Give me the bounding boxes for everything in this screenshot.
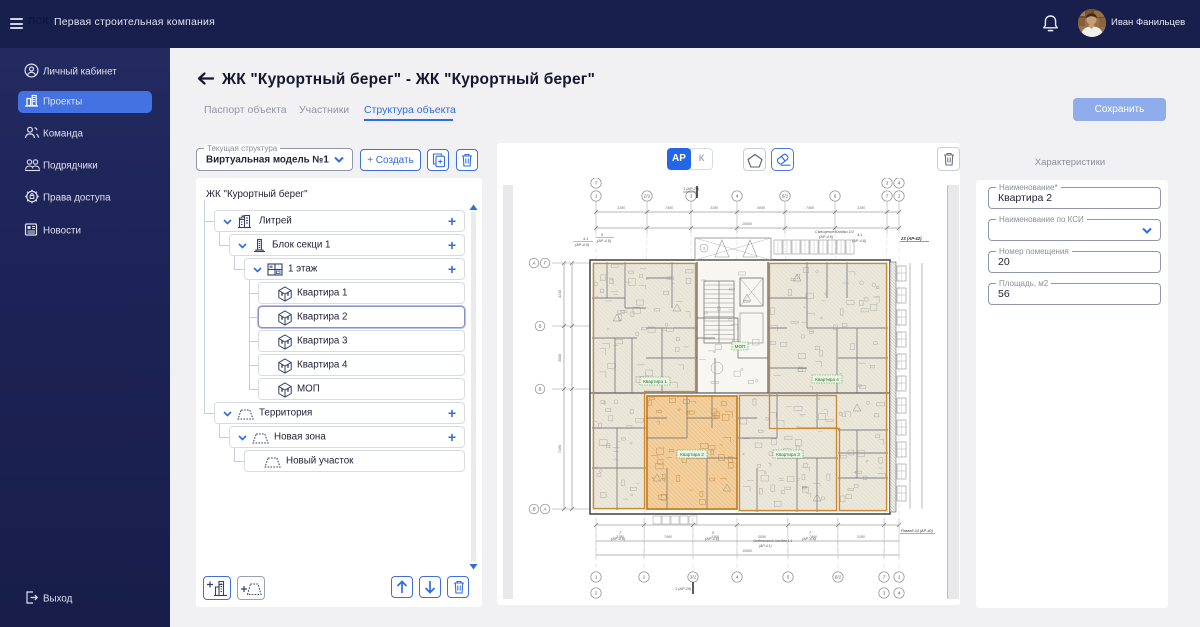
svg-text:(АР-4.6): (АР-4.6) bbox=[705, 537, 720, 541]
svg-text:7460: 7460 bbox=[664, 535, 672, 539]
svg-text:В: В bbox=[532, 507, 535, 512]
svg-text:Б: Б bbox=[539, 387, 542, 392]
svg-text:4140: 4140 bbox=[558, 290, 562, 298]
svg-text:4: 4 bbox=[736, 194, 739, 199]
svg-text:3180: 3180 bbox=[710, 206, 718, 210]
svg-text:Квартира 2: Квартира 2 bbox=[680, 452, 704, 457]
svg-text:15560: 15560 bbox=[742, 222, 752, 226]
svg-text:3/1: 3/1 bbox=[690, 575, 697, 580]
svg-text:3180: 3180 bbox=[617, 206, 625, 210]
svg-text:4,1: 4,1 bbox=[857, 233, 862, 237]
svg-text:7180: 7180 bbox=[558, 445, 562, 453]
svg-text:(АР-4.6): (АР-4.6) bbox=[802, 537, 817, 541]
svg-text:4: 4 bbox=[898, 591, 901, 596]
svg-text:4,1: 4,1 bbox=[583, 237, 588, 241]
svg-text:Б: Б bbox=[539, 324, 542, 329]
svg-text:3180: 3180 bbox=[857, 535, 865, 539]
svg-text:2: 2 bbox=[642, 575, 646, 580]
svg-text:3: 3 bbox=[703, 247, 705, 251]
svg-text:3: 3 bbox=[690, 194, 693, 199]
svg-text:1: 1 bbox=[595, 575, 598, 580]
svg-text:Развод 24 (АР-40): Развод 24 (АР-40) bbox=[901, 529, 934, 533]
svg-text:5/1: 5/1 bbox=[782, 194, 789, 199]
svg-text:1: 1 bbox=[898, 194, 901, 199]
svg-text:4: 4 bbox=[736, 575, 739, 580]
svg-text:5: 5 bbox=[787, 575, 790, 580]
svg-text:(АР-4.5): (АР-4.5) bbox=[819, 235, 834, 239]
svg-text:2/1: 2/1 bbox=[643, 194, 651, 199]
svg-text:6/1: 6/1 bbox=[835, 575, 842, 580]
svg-text:7: 7 bbox=[883, 575, 886, 580]
svg-text:1: 1 bbox=[595, 194, 598, 199]
svg-text:(АР-4.6): (АР-4.6) bbox=[852, 239, 867, 243]
svg-text:1: 1 bbox=[898, 575, 901, 580]
svg-text:А: А bbox=[542, 507, 546, 512]
svg-text:4: 4 bbox=[898, 181, 901, 186]
svg-text:3: 3 bbox=[883, 591, 886, 596]
svg-text:7: 7 bbox=[886, 194, 889, 199]
svg-text:23 (АР-42): 23 (АР-42) bbox=[900, 236, 922, 241]
svg-text:3180: 3180 bbox=[857, 206, 865, 210]
svg-text:Квартира 1: Квартира 1 bbox=[643, 379, 667, 384]
svg-text:6: 6 bbox=[834, 194, 837, 199]
svg-text:3090: 3090 bbox=[757, 206, 765, 210]
svg-text:(АР-4.6): (АР-4.6) bbox=[597, 239, 612, 243]
svg-text:15560: 15560 bbox=[742, 549, 752, 553]
svg-text:Квартира 4: Квартира 4 bbox=[815, 377, 839, 382]
svg-text:(АР-4.5): (АР-4.5) bbox=[575, 243, 590, 247]
svg-text:Квартира 3: Квартира 3 bbox=[776, 452, 800, 457]
svg-text:1 (АР-20): 1 (АР-20) bbox=[675, 587, 692, 591]
svg-text:(АР-4.1): (АР-4.1) bbox=[759, 544, 772, 548]
svg-text:7460: 7460 bbox=[806, 206, 814, 210]
svg-text:МОП: МОП bbox=[735, 344, 746, 349]
svg-text:Отделочный Альбом 1.1: Отделочный Альбом 1.1 bbox=[753, 539, 793, 543]
svg-text:3000: 3000 bbox=[558, 354, 562, 362]
svg-text:2: 2 bbox=[594, 591, 598, 596]
svg-text:(АР-4.6): (АР-4.6) bbox=[611, 537, 626, 541]
svg-text:Смещение Кладки 1/1: Смещение Кладки 1/1 bbox=[815, 230, 854, 234]
svg-text:А: А bbox=[531, 261, 535, 266]
svg-text:7460: 7460 bbox=[665, 206, 673, 210]
svg-text:3: 3 bbox=[886, 181, 889, 186]
svg-text:7: 7 bbox=[595, 181, 598, 186]
